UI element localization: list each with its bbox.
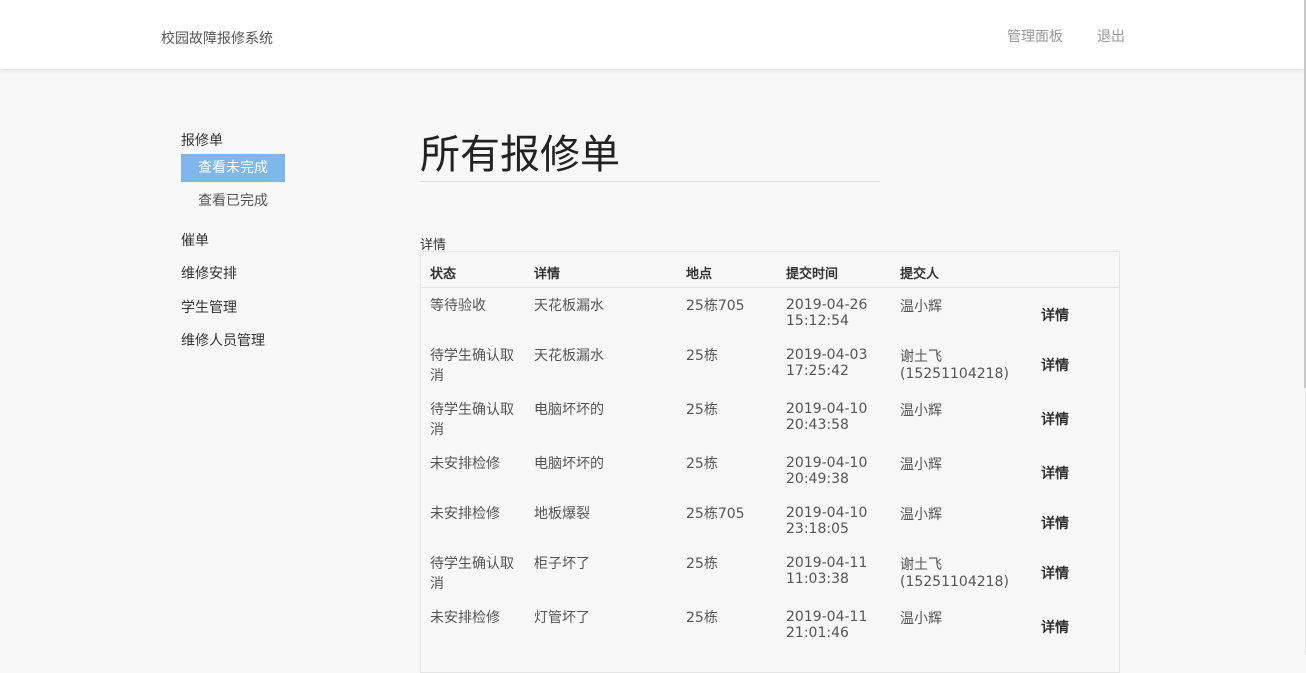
cell-submitter-phone: (15251104218) bbox=[900, 574, 1009, 590]
sidebar-subitem-finished[interactable]: 查看已完成 bbox=[181, 187, 285, 215]
column-header-location: 地点 bbox=[686, 267, 713, 282]
logout-link[interactable]: 退出 bbox=[1097, 26, 1125, 46]
detail-link[interactable]: 详情 bbox=[1041, 305, 1069, 325]
cell-location: 25栋 bbox=[686, 456, 718, 472]
cell-status: 等待验收 bbox=[430, 298, 486, 314]
brand-title[interactable]: 校园故障报修系统 bbox=[161, 28, 273, 48]
cell-time: 20:49:38 bbox=[786, 471, 849, 487]
cell-date: 2019-04-11 bbox=[786, 555, 868, 571]
title-divider bbox=[420, 181, 880, 182]
sidebar-item-schedule[interactable]: 维修安排 bbox=[181, 263, 237, 283]
cell-submitter: 谢土飞 bbox=[900, 557, 942, 573]
sidebar-item-urge[interactable]: 催单 bbox=[181, 230, 209, 250]
cell-status: 未安排检修 bbox=[430, 456, 500, 472]
cell-date: 2019-04-10 bbox=[786, 505, 868, 521]
detail-link[interactable]: 详情 bbox=[1041, 463, 1069, 483]
cell-submitter: 温小辉 bbox=[900, 507, 942, 523]
cell-submitter: 温小辉 bbox=[900, 403, 942, 419]
cell-date: 2019-04-03 bbox=[786, 347, 868, 363]
cell-submitter: 温小辉 bbox=[900, 299, 942, 315]
dashboard-link[interactable]: 管理面板 bbox=[1007, 26, 1063, 46]
cell-status: 待学生确认取消 bbox=[430, 348, 514, 384]
cell-submitter: 谢土飞 bbox=[900, 349, 942, 365]
sidebar-subitem-unfinished[interactable]: 查看未完成 bbox=[181, 154, 285, 182]
detail-link[interactable]: 详情 bbox=[1041, 617, 1069, 637]
detail-link[interactable]: 详情 bbox=[1041, 513, 1069, 533]
cell-detail: 天花板漏水 bbox=[534, 298, 604, 314]
cell-date: 2019-04-10 bbox=[786, 455, 868, 471]
cell-submitter: 温小辉 bbox=[900, 611, 942, 627]
column-header-submitter: 提交人 bbox=[900, 267, 940, 282]
cell-location: 25栋 bbox=[686, 348, 718, 364]
cell-status: 待学生确认取消 bbox=[430, 402, 514, 438]
detail-link[interactable]: 详情 bbox=[1041, 355, 1069, 375]
table-header-divider bbox=[421, 287, 1119, 288]
cell-time: 21:01:46 bbox=[786, 625, 849, 641]
page-title: 所有报修单 bbox=[420, 132, 620, 178]
cell-location: 25栋705 bbox=[686, 298, 745, 314]
cell-time: 23:18:05 bbox=[786, 521, 849, 537]
cell-time: 15:12:54 bbox=[786, 313, 849, 329]
column-header-detail: 详情 bbox=[534, 267, 561, 282]
cell-time: 17:25:42 bbox=[786, 363, 849, 379]
cell-date: 2019-04-26 bbox=[786, 297, 868, 313]
top-navbar: 校园故障报修系统 管理面板 退出 bbox=[0, 0, 1306, 69]
column-header-submit-time: 提交时间 bbox=[786, 267, 839, 282]
cell-detail: 地板爆裂 bbox=[534, 506, 590, 522]
cell-detail: 天花板漏水 bbox=[534, 348, 604, 364]
cell-date: 2019-04-10 bbox=[786, 401, 868, 417]
column-header-status: 状态 bbox=[430, 267, 457, 282]
detail-link[interactable]: 详情 bbox=[1041, 409, 1069, 429]
cell-status: 未安排检修 bbox=[430, 610, 500, 626]
cell-detail: 柜子坏了 bbox=[534, 556, 590, 572]
cell-date: 2019-04-11 bbox=[786, 609, 868, 625]
detail-link[interactable]: 详情 bbox=[1041, 563, 1069, 583]
cell-location: 25栋 bbox=[686, 556, 718, 572]
cell-time: 20:43:58 bbox=[786, 417, 849, 433]
sidebar-item-staff[interactable]: 维修人员管理 bbox=[181, 330, 265, 350]
cell-detail: 电脑坏坏的 bbox=[534, 456, 604, 472]
cell-status: 待学生确认取消 bbox=[430, 556, 514, 592]
cell-detail: 灯管坏了 bbox=[534, 610, 590, 626]
sidebar-item-orders[interactable]: 报修单 bbox=[181, 130, 223, 150]
cell-location: 25栋 bbox=[686, 402, 718, 418]
sidebar-item-students[interactable]: 学生管理 bbox=[181, 297, 237, 317]
cell-status: 未安排检修 bbox=[430, 506, 500, 522]
cell-location: 25栋705 bbox=[686, 506, 745, 522]
cell-location: 25栋 bbox=[686, 610, 718, 626]
cell-submitter: 温小辉 bbox=[900, 457, 942, 473]
orders-table: 状态 详情 地点 提交时间 提交人 等待验收 天花板漏水 25栋705 2019… bbox=[420, 251, 1120, 673]
cell-submitter-phone: (15251104218) bbox=[900, 366, 1009, 382]
cell-detail: 电脑坏坏的 bbox=[534, 402, 604, 418]
cell-time: 11:03:38 bbox=[786, 571, 849, 587]
